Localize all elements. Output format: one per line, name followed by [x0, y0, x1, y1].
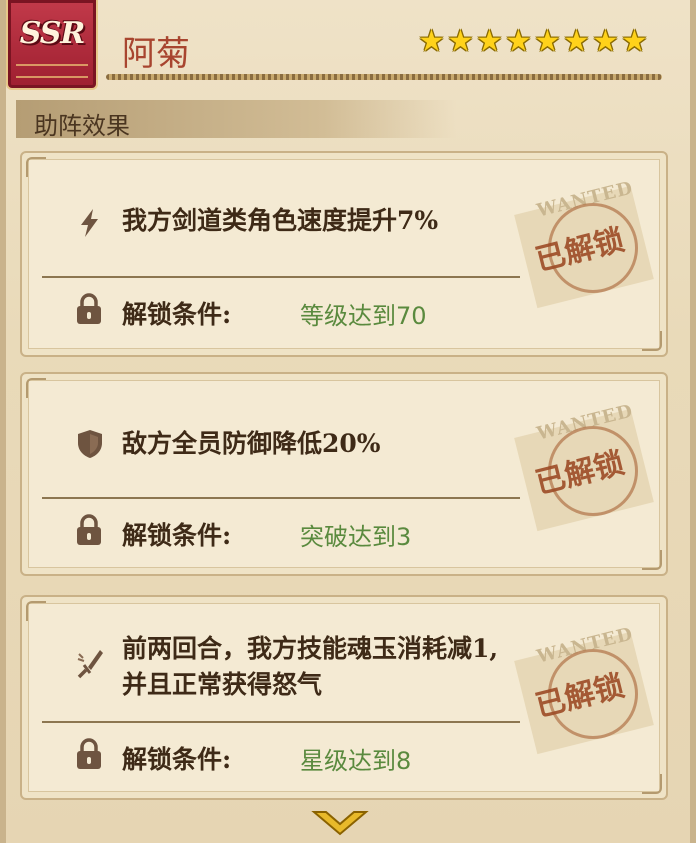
- lock-icon: [77, 514, 101, 545]
- unlock-condition-label: 解锁条件:: [122, 300, 232, 329]
- unlock-condition-label: 解锁条件:: [122, 521, 232, 550]
- star-icon: ★: [418, 24, 445, 59]
- unlocked-stamp: WANTED 已解锁: [510, 623, 660, 755]
- effect-card-2: 敌方全员防御降低20% 解锁条件: 突破达到3 WANTED 已解锁: [20, 372, 668, 576]
- card-divider: [42, 276, 520, 278]
- lock-icon: [77, 738, 101, 769]
- unlock-condition-value: 星级达到8: [300, 747, 412, 775]
- rarity-label: SSR: [19, 16, 86, 51]
- effect-card-3: 前两回合，我方技能魂玉消耗减1, 并且正常获得怒气 解锁条件: 星级达到8 WA…: [20, 595, 668, 800]
- lightning-icon: [81, 209, 98, 237]
- section-title: 助阵效果: [34, 112, 130, 140]
- unlocked-stamp: WANTED 已解锁: [510, 177, 660, 309]
- card-divider: [42, 721, 520, 723]
- unlock-condition-label: 解锁条件:: [122, 745, 232, 774]
- card-divider: [42, 497, 520, 499]
- effect-card-1: 我方剑道类角色速度提升7% 解锁条件: 等级达到70 WANTED 已解锁: [20, 151, 668, 357]
- shield-icon: [78, 430, 102, 458]
- header-divider: [106, 74, 662, 80]
- star-icon: ★: [592, 24, 619, 59]
- star-icon: ★: [621, 24, 648, 59]
- star-icon: ★: [447, 24, 474, 59]
- character-name: 阿菊: [122, 34, 190, 74]
- star-icon: ★: [476, 24, 503, 59]
- scroll-down-arrow-icon[interactable]: [310, 808, 370, 838]
- star-icon: ★: [505, 24, 532, 59]
- unlocked-stamp: WANTED 已解锁: [510, 400, 660, 532]
- sword-icon: [77, 650, 103, 679]
- star-icon: ★: [534, 24, 561, 59]
- unlock-condition-value: 等级达到70: [300, 302, 427, 330]
- lock-icon: [77, 293, 101, 324]
- star-icon: ★: [563, 24, 590, 59]
- unlock-condition-value: 突破达到3: [300, 523, 412, 551]
- rarity-badge: SSR: [6, 0, 98, 90]
- star-rating: ★ ★ ★ ★ ★ ★ ★ ★: [418, 24, 648, 59]
- header: SSR 阿菊 ★ ★ ★ ★ ★ ★ ★ ★: [0, 0, 696, 100]
